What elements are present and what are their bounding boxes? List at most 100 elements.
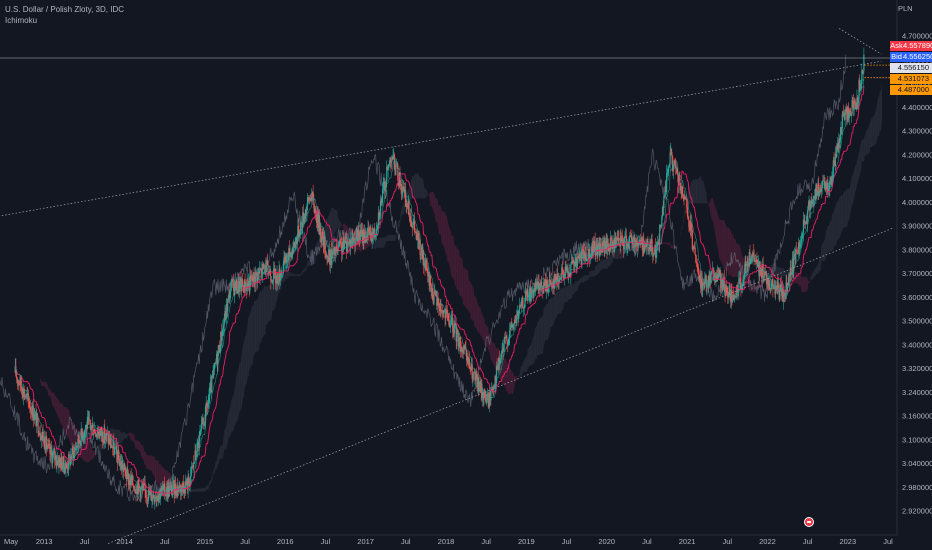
- cloud-segment: [142, 445, 143, 460]
- cloud-segment: [376, 240, 378, 248]
- cloud-segment: [154, 458, 156, 483]
- cloud-segment: [816, 266, 818, 274]
- cloud-segment: [197, 488, 198, 492]
- cloud-segment: [64, 407, 66, 435]
- cloud-segment: [491, 339, 493, 363]
- cloud-segment: [532, 337, 534, 365]
- cloud-segment: [56, 397, 58, 416]
- cloud-segment: [663, 242, 664, 244]
- cloud-segment: [339, 221, 341, 229]
- cloud-segment: [533, 330, 535, 364]
- cloud-segment: [801, 276, 803, 292]
- cloud-segment: [202, 488, 203, 492]
- candle-body: [796, 249, 798, 254]
- cloud-segment: [243, 343, 244, 399]
- time-axis-label: May: [4, 537, 18, 546]
- cloud-segment: [579, 279, 580, 285]
- cloud-segment: [450, 231, 452, 277]
- cloud-segment: [490, 338, 492, 361]
- cloud-segment: [204, 487, 206, 492]
- cloud-segment: [207, 485, 209, 490]
- cloud-segment: [236, 375, 237, 423]
- cloud-segment: [258, 293, 259, 352]
- cloud-segment: [716, 210, 718, 247]
- cloud-segment: [447, 222, 449, 263]
- cloud-segment: [240, 355, 242, 410]
- time-axis-label: 2022: [759, 537, 776, 546]
- cloud-segment: [463, 267, 465, 306]
- cloud-segment: [472, 285, 473, 321]
- cloud-segment: [308, 260, 310, 267]
- bid-tag: Bid4.556250: [890, 52, 932, 62]
- cloud-segment: [238, 366, 239, 420]
- cloud-segment: [402, 203, 404, 215]
- cloud-segment: [618, 248, 619, 260]
- cloud-segment: [94, 450, 96, 457]
- cloud-segment: [526, 354, 528, 372]
- cloud-segment: [445, 211, 446, 255]
- cloud-segment: [239, 362, 241, 412]
- cloud-segment: [392, 234, 394, 241]
- price-axis-label: 3.900000: [902, 222, 932, 231]
- cloud-segment: [662, 242, 664, 244]
- candle-body: [710, 273, 712, 284]
- price-chart[interactable]: 4.7000004.6000004.5000004.4000004.300000…: [0, 0, 932, 550]
- bid-value: 4.556250: [903, 52, 932, 62]
- cloud-segment: [525, 356, 527, 372]
- cloud-segment: [836, 202, 837, 245]
- cloud-segment: [459, 256, 461, 297]
- cloud-segment: [458, 249, 459, 295]
- cloud-segment: [416, 172, 418, 199]
- cloud-segment: [336, 209, 338, 230]
- candle-body: [841, 114, 843, 129]
- cloud-segment: [70, 422, 72, 446]
- cloud-segment: [156, 460, 158, 484]
- cloud-segment: [230, 401, 232, 436]
- cloud-segment: [454, 244, 456, 287]
- symbol-title[interactable]: U.S. Dollar / Polish Zloty, 3D, IDC: [5, 4, 124, 15]
- cloud-segment: [150, 455, 152, 471]
- cloud-segment: [608, 256, 610, 267]
- cloud-segment: [382, 237, 384, 248]
- cloud-segment: [512, 372, 514, 395]
- cloud-segment: [138, 440, 139, 450]
- cloud-segment: [67, 407, 68, 438]
- cloud-segment: [449, 228, 451, 272]
- cloud-segment: [88, 440, 90, 463]
- country-flag-icon[interactable]: [804, 517, 814, 527]
- cloud-segment: [529, 345, 531, 366]
- cloud-segment: [711, 197, 713, 221]
- price-axis[interactable]: 4.7000004.6000004.5000004.4000004.300000…: [902, 32, 932, 516]
- cloud-segment: [65, 407, 66, 435]
- cloud-segment: [534, 327, 536, 361]
- cloud-segment: [300, 273, 302, 276]
- cloud-segment: [159, 464, 161, 486]
- cloud-segment: [878, 96, 880, 137]
- cloud-segment: [417, 172, 419, 199]
- cloud-segment: [53, 392, 55, 408]
- cloud-segment: [43, 381, 45, 386]
- cloud-segment: [254, 301, 255, 355]
- cloud-segment: [709, 202, 710, 207]
- indicator-label[interactable]: Ichimoku: [5, 15, 124, 26]
- currency-label[interactable]: PLN: [898, 4, 913, 13]
- cloud-segment: [57, 397, 59, 418]
- cloud-segment: [189, 491, 191, 493]
- cloud-segment: [871, 117, 873, 148]
- cloud-segment: [554, 293, 555, 321]
- cloud-segment: [56, 397, 57, 414]
- cloud-segment: [424, 188, 425, 199]
- price-axis-label: 3.320000: [902, 364, 932, 373]
- cloud-segment: [129, 432, 130, 437]
- cloud-segment: [89, 440, 91, 463]
- candle-body: [711, 271, 713, 274]
- cloud-segment: [712, 197, 714, 224]
- time-axis-label: Jul: [401, 537, 411, 546]
- cloud-segment: [557, 290, 559, 314]
- cloud-segment: [602, 259, 603, 270]
- cloud-segment: [272, 282, 273, 312]
- cloud-segment: [720, 220, 722, 263]
- cloud-segment: [559, 289, 561, 314]
- cloud-segment: [810, 276, 812, 281]
- cloud-segment: [670, 245, 672, 249]
